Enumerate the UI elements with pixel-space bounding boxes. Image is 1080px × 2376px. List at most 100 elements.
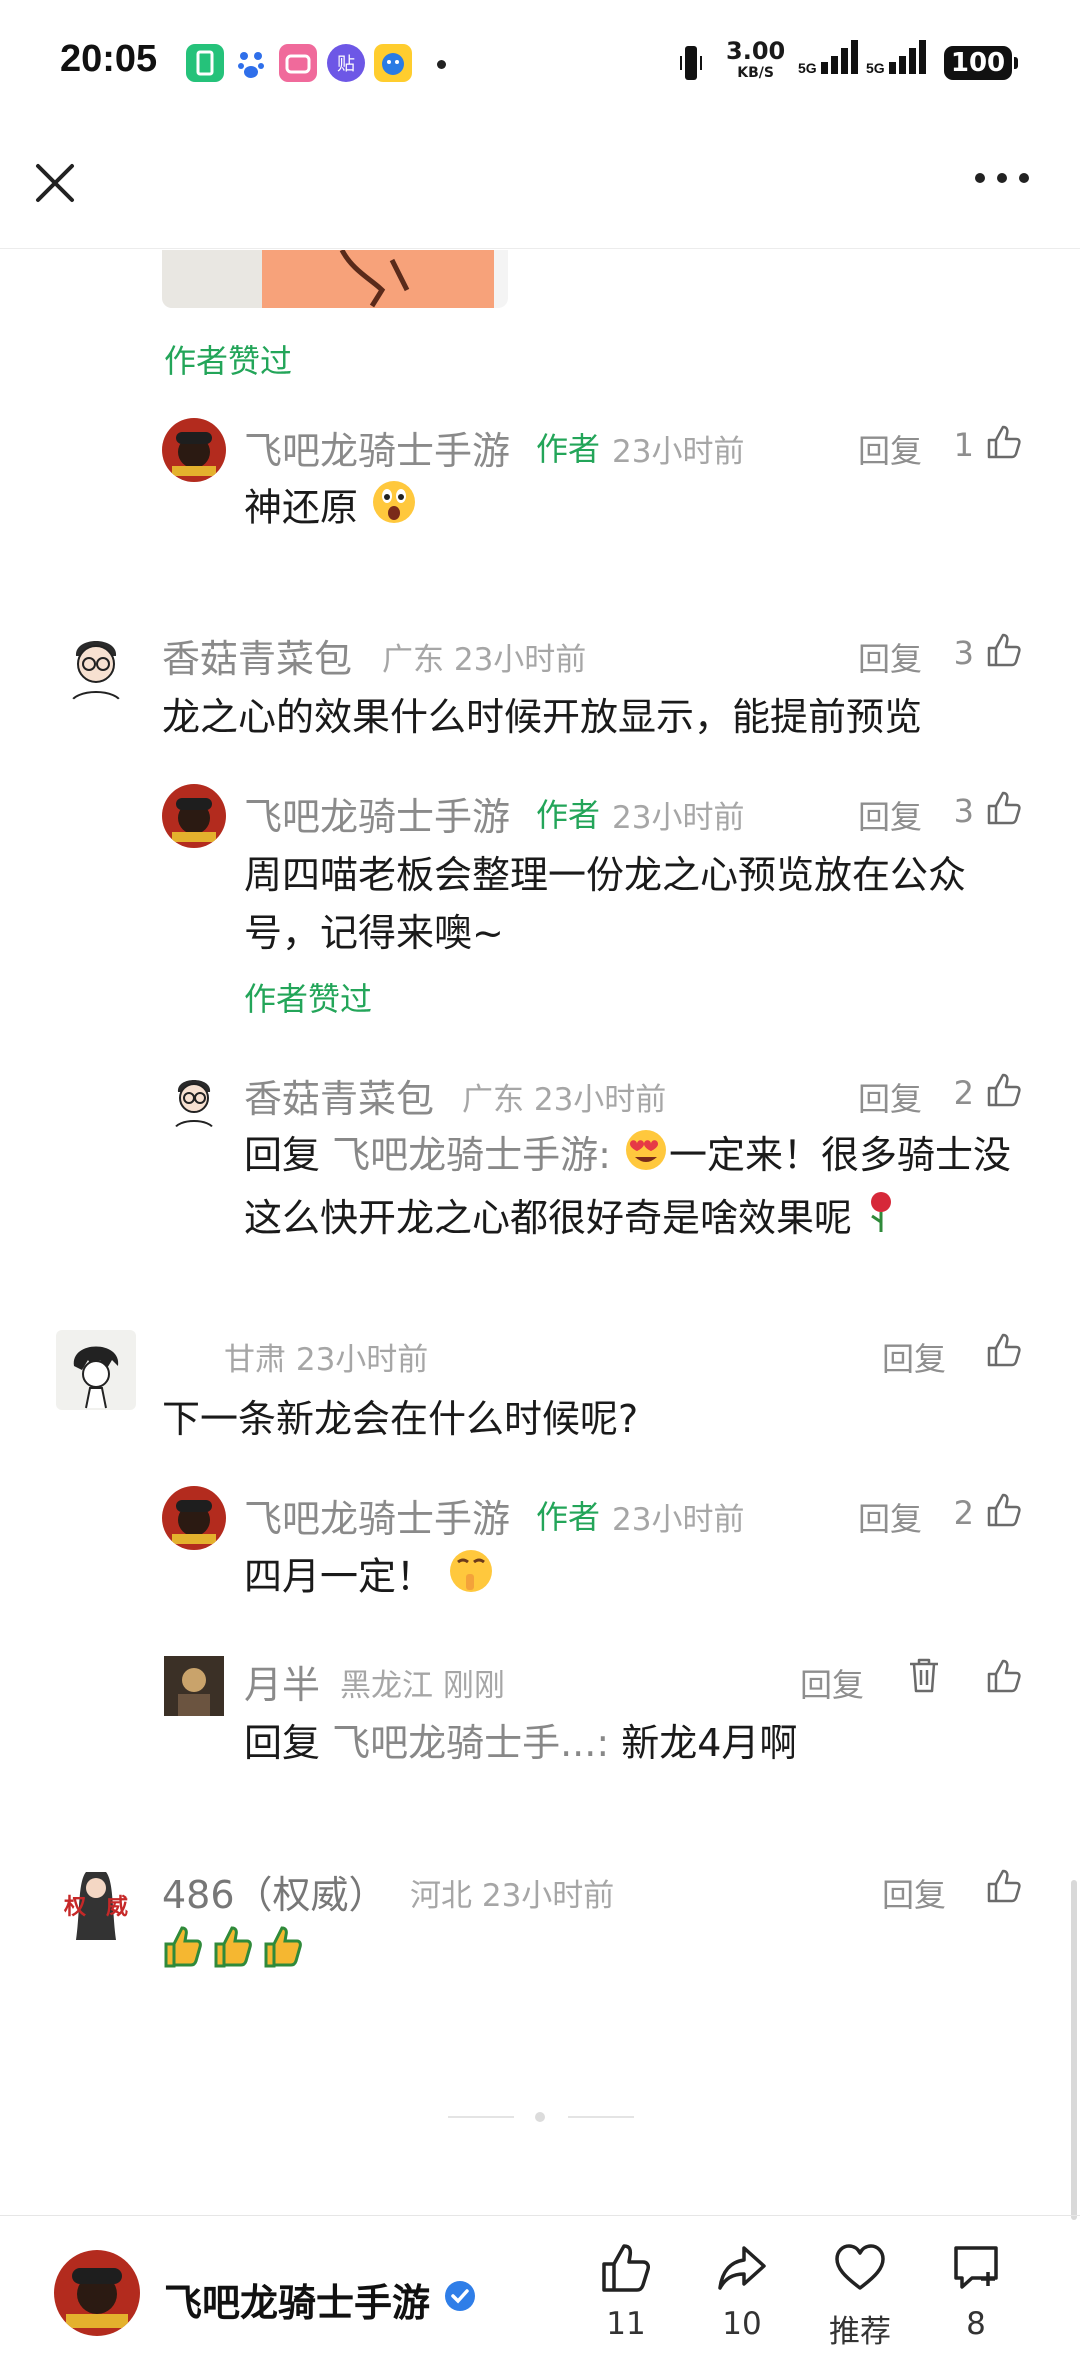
account-avatar[interactable] <box>54 2250 140 2336</box>
battery-indicator: 100 <box>944 46 1018 80</box>
like-count: 1 <box>953 426 974 464</box>
user-avatar[interactable] <box>56 1330 136 1410</box>
account-name[interactable]: 飞吧龙骑士手游 <box>164 2272 430 2327</box>
like-count: 2 <box>953 1074 974 1112</box>
signal-1: 5G <box>798 40 861 78</box>
user-avatar[interactable] <box>162 1068 226 1132</box>
thumbs-up-emojis <box>162 1922 312 1976</box>
reply-target-link[interactable]: 飞吧龙骑士手游: <box>332 1133 611 1177</box>
end-of-list-indicator <box>448 2108 638 2127</box>
comment-count: 8 <box>966 2306 986 2342</box>
comment-meta: 广东 23小时前 <box>462 1082 667 1118</box>
reply-button[interactable]: 回复 <box>858 426 922 472</box>
commenter-name[interactable]: 香菇青菜包 <box>162 628 352 683</box>
commenter-name[interactable]: 飞吧龙骑士手游 <box>244 420 510 475</box>
app-mascot-icon <box>374 44 412 82</box>
like-thumb-icon[interactable] <box>986 1658 1022 1694</box>
surprised-emoji-icon <box>370 478 418 542</box>
thumbs-up-emoji-icon <box>214 1926 252 1968</box>
scrollbar[interactable] <box>1071 1880 1077 2220</box>
author-tag: 作者 <box>536 796 601 834</box>
comment-text: 回复 飞吧龙骑士手...: 新龙4月啊 <box>244 1721 798 1765</box>
author-liked-label: 作者赞过 <box>244 980 373 1018</box>
header-divider <box>0 248 1080 249</box>
comment-text: 回复 飞吧龙骑士手游: 一定来！很多骑士没这么快开龙之心都很好奇是啥效果呢 <box>244 1126 1024 1250</box>
like-thumb-icon[interactable] <box>986 1868 1022 1904</box>
rose-emoji-icon <box>864 1190 898 1250</box>
comment-meta: 甘肃 23小时前 <box>224 1342 429 1378</box>
comment-meta: 黑龙江 刚刚 <box>340 1668 505 1704</box>
reply-target-link[interactable]: 飞吧龙骑士手...: <box>332 1721 609 1765</box>
user-avatar[interactable] <box>56 626 136 706</box>
more-icon[interactable] <box>972 170 1032 190</box>
heart-icon[interactable] <box>834 2242 886 2294</box>
like-thumb-icon[interactable] <box>986 790 1022 826</box>
network-speed: 3.00 KB/S <box>726 37 786 81</box>
bilibili-icon <box>279 44 317 82</box>
like-thumb-icon[interactable] <box>600 2242 652 2294</box>
reply-button[interactable]: 回复 <box>882 1870 946 1916</box>
tieba-icon: 贴 <box>327 44 365 82</box>
reply-button[interactable]: 回复 <box>858 1494 922 1540</box>
share-arrow-icon[interactable] <box>716 2242 768 2294</box>
comment-text: 龙之心的效果什么时候开放显示，能提前预览 <box>162 695 923 739</box>
comment-image[interactable] <box>162 250 508 308</box>
recommend-label: 推荐 <box>829 2314 891 2350</box>
user-avatar[interactable] <box>164 1656 224 1716</box>
like-thumb-icon[interactable] <box>986 424 1022 460</box>
bottom-divider <box>0 2215 1080 2216</box>
comment-text: 下一条新龙会在什么时候呢? <box>162 1397 639 1441</box>
author-liked-label: 作者赞过 <box>164 342 293 380</box>
vibrate-icon <box>680 44 702 82</box>
comment-add-icon[interactable] <box>950 2242 1002 2294</box>
baidu-icon <box>232 44 270 82</box>
heart-eyes-emoji-icon <box>623 1127 669 1189</box>
comment-time: 23小时前 <box>612 1502 745 1538</box>
delete-trash-icon[interactable] <box>906 1656 942 1694</box>
like-thumb-icon[interactable] <box>986 632 1022 668</box>
close-icon[interactable] <box>30 158 80 208</box>
like-count: 11 <box>606 2306 646 2342</box>
like-thumb-icon[interactable] <box>986 1492 1022 1528</box>
author-avatar[interactable] <box>162 784 226 848</box>
author-tag: 作者 <box>536 430 601 468</box>
reply-button[interactable]: 回复 <box>800 1660 864 1706</box>
comment-text: 神还原 <box>244 478 418 542</box>
like-thumb-icon[interactable] <box>986 1332 1022 1368</box>
comment-text: 周四喵老板会整理一份龙之心预览放在公众号，记得来噢~ <box>244 853 967 955</box>
like-count: 2 <box>953 1494 974 1532</box>
thumbs-up-emoji-icon <box>164 1926 202 1968</box>
commenter-name[interactable]: 香菇青菜包 <box>244 1068 434 1123</box>
author-avatar[interactable] <box>162 1486 226 1550</box>
commenter-name[interactable]: 飞吧龙骑士手游 <box>244 1488 510 1543</box>
comment-time: 23小时前 <box>612 800 745 836</box>
verified-badge-icon <box>444 2280 476 2312</box>
user-avatar[interactable]: 权威 <box>56 1862 136 1942</box>
author-avatar[interactable] <box>162 418 226 482</box>
svg-text:权: 权 <box>63 1894 87 1920</box>
comment-meta: 广东 23小时前 <box>382 642 587 678</box>
shush-emoji-icon <box>446 1546 496 1612</box>
comment-time: 23小时前 <box>612 434 745 470</box>
signal-2: 5G <box>866 40 929 78</box>
thumbs-up-emoji-icon <box>264 1926 302 1968</box>
reply-button[interactable]: 回复 <box>858 792 922 838</box>
reply-button[interactable]: 回复 <box>882 1334 946 1380</box>
commenter-name[interactable]: 飞吧龙骑士手游 <box>244 786 510 841</box>
commenter-name[interactable]: 月半 <box>244 1654 320 1709</box>
more-notifications-dot <box>437 60 446 69</box>
reply-button[interactable]: 回复 <box>858 634 922 680</box>
like-count: 3 <box>953 792 974 830</box>
app-notification-icon <box>186 44 224 82</box>
reply-button[interactable]: 回复 <box>858 1074 922 1120</box>
like-thumb-icon[interactable] <box>986 1072 1022 1108</box>
like-count: 3 <box>953 634 974 672</box>
share-count: 10 <box>722 2306 762 2342</box>
svg-text:威: 威 <box>106 1894 128 1920</box>
commenter-name[interactable]: 486（权威） <box>162 1864 387 1919</box>
comment-text: 四月一定！ <box>244 1546 496 1612</box>
author-tag: 作者 <box>536 1498 601 1536</box>
status-time: 20:05 <box>60 38 158 80</box>
svg-text:贴: 贴 <box>337 54 355 75</box>
comment-meta: 河北 23小时前 <box>410 1878 615 1914</box>
